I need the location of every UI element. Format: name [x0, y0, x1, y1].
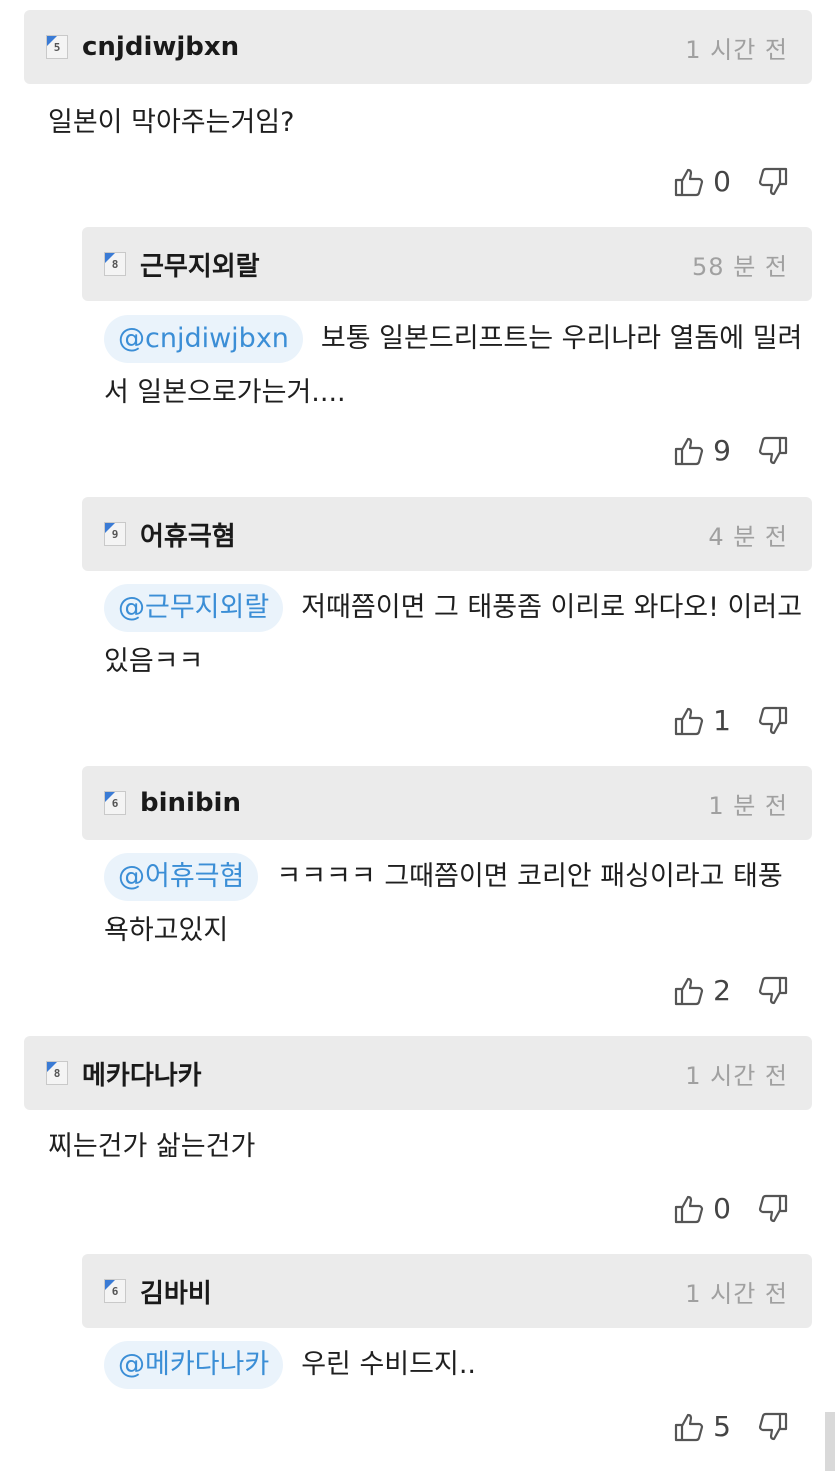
comment-content: 일본이 막아주는거임?: [48, 107, 295, 138]
vote-bar: 1: [673, 704, 789, 737]
vote-bar: 0: [673, 1192, 789, 1225]
comment-header: 6 김바비 1 시간 전: [82, 1254, 812, 1328]
vote-bar: 5: [673, 1410, 789, 1443]
vote-bar: 2: [673, 974, 789, 1007]
timestamp: 1 시간 전: [685, 1279, 788, 1308]
mention-tag[interactable]: @어휴극혐: [104, 853, 259, 901]
mention-tag[interactable]: @cnjdiwjbxn: [104, 315, 303, 363]
vote-bar: 9: [673, 434, 789, 467]
thumbs-down-icon[interactable]: [757, 1193, 789, 1225]
comment-text: @근무지외랄 저때쯤이면 그 태풍좀 이리로 와다오! 이러고있음ㅋㅋ: [104, 581, 810, 689]
username[interactable]: binibin: [140, 788, 708, 818]
comment-text: @어휴극혐 ㅋㅋㅋㅋ 그때쯤이면 코리안 패싱이라고 태풍 욕하고있지: [104, 850, 810, 958]
mention-tag[interactable]: @근무지외랄: [104, 584, 284, 632]
like-count: 2: [713, 974, 731, 1007]
thumbs-up-icon[interactable]: [673, 1411, 705, 1443]
comment-text: 일본이 막아주는거임?: [48, 96, 808, 150]
like-count: 0: [713, 165, 731, 198]
timestamp: 1 시간 전: [685, 35, 788, 64]
level-badge-icon: 5: [46, 35, 68, 59]
comment-text: @cnjdiwjbxn 보통 일본드리프트는 우리나라 열돔에 밀려서 일본으로가…: [104, 312, 810, 420]
username[interactable]: 김바비: [140, 1273, 685, 1310]
like-count: 5: [713, 1410, 731, 1443]
thumbs-down-icon[interactable]: [757, 705, 789, 737]
thumbs-up-icon[interactable]: [673, 975, 705, 1007]
timestamp: 1 분 전: [708, 791, 788, 820]
comment-text: 찌는건가 삶는건가: [48, 1120, 808, 1174]
mention-tag[interactable]: @메카다나카: [104, 1341, 284, 1389]
like-count: 0: [713, 1192, 731, 1225]
like-count: 1: [713, 704, 731, 737]
timestamp: 4 분 전: [708, 522, 788, 551]
level-badge-icon: 8: [104, 252, 126, 276]
level-badge-icon: 9: [104, 522, 126, 546]
like-count: 9: [713, 434, 731, 467]
comment-header: 8 근무지외랄 58 분 전: [82, 227, 812, 301]
vote-bar: 0: [673, 165, 789, 198]
scrollbar[interactable]: [825, 1412, 835, 1471]
thumbs-down-icon[interactable]: [757, 166, 789, 198]
comment-content: 찌는건가 삶는건가: [48, 1131, 256, 1162]
comment-text: @메카다나카 우린 수비드지..: [104, 1338, 810, 1392]
thumbs-up-icon[interactable]: [673, 166, 705, 198]
thumbs-up-icon[interactable]: [673, 705, 705, 737]
username[interactable]: 메카다나카: [82, 1055, 685, 1092]
timestamp: 58 분 전: [692, 252, 788, 281]
level-badge-icon: 8: [46, 1061, 68, 1085]
timestamp: 1 시간 전: [685, 1061, 788, 1090]
level-badge-icon: 6: [104, 791, 126, 815]
thumbs-down-icon[interactable]: [757, 435, 789, 467]
comment-header: 6 binibin 1 분 전: [82, 766, 812, 840]
thumbs-up-icon[interactable]: [673, 435, 705, 467]
comment-header: 8 메카다나카 1 시간 전: [24, 1036, 812, 1110]
comment-header: 5 cnjdiwjbxn 1 시간 전: [24, 10, 812, 84]
thumbs-down-icon[interactable]: [757, 975, 789, 1007]
level-badge-icon: 6: [104, 1279, 126, 1303]
comment-content: 우린 수비드지..: [301, 1349, 476, 1380]
username[interactable]: cnjdiwjbxn: [82, 32, 685, 62]
username[interactable]: 어휴극혐: [140, 516, 708, 553]
username[interactable]: 근무지외랄: [140, 246, 692, 283]
comment-header: 9 어휴극혐 4 분 전: [82, 497, 812, 571]
thumbs-down-icon[interactable]: [757, 1411, 789, 1443]
thumbs-up-icon[interactable]: [673, 1193, 705, 1225]
